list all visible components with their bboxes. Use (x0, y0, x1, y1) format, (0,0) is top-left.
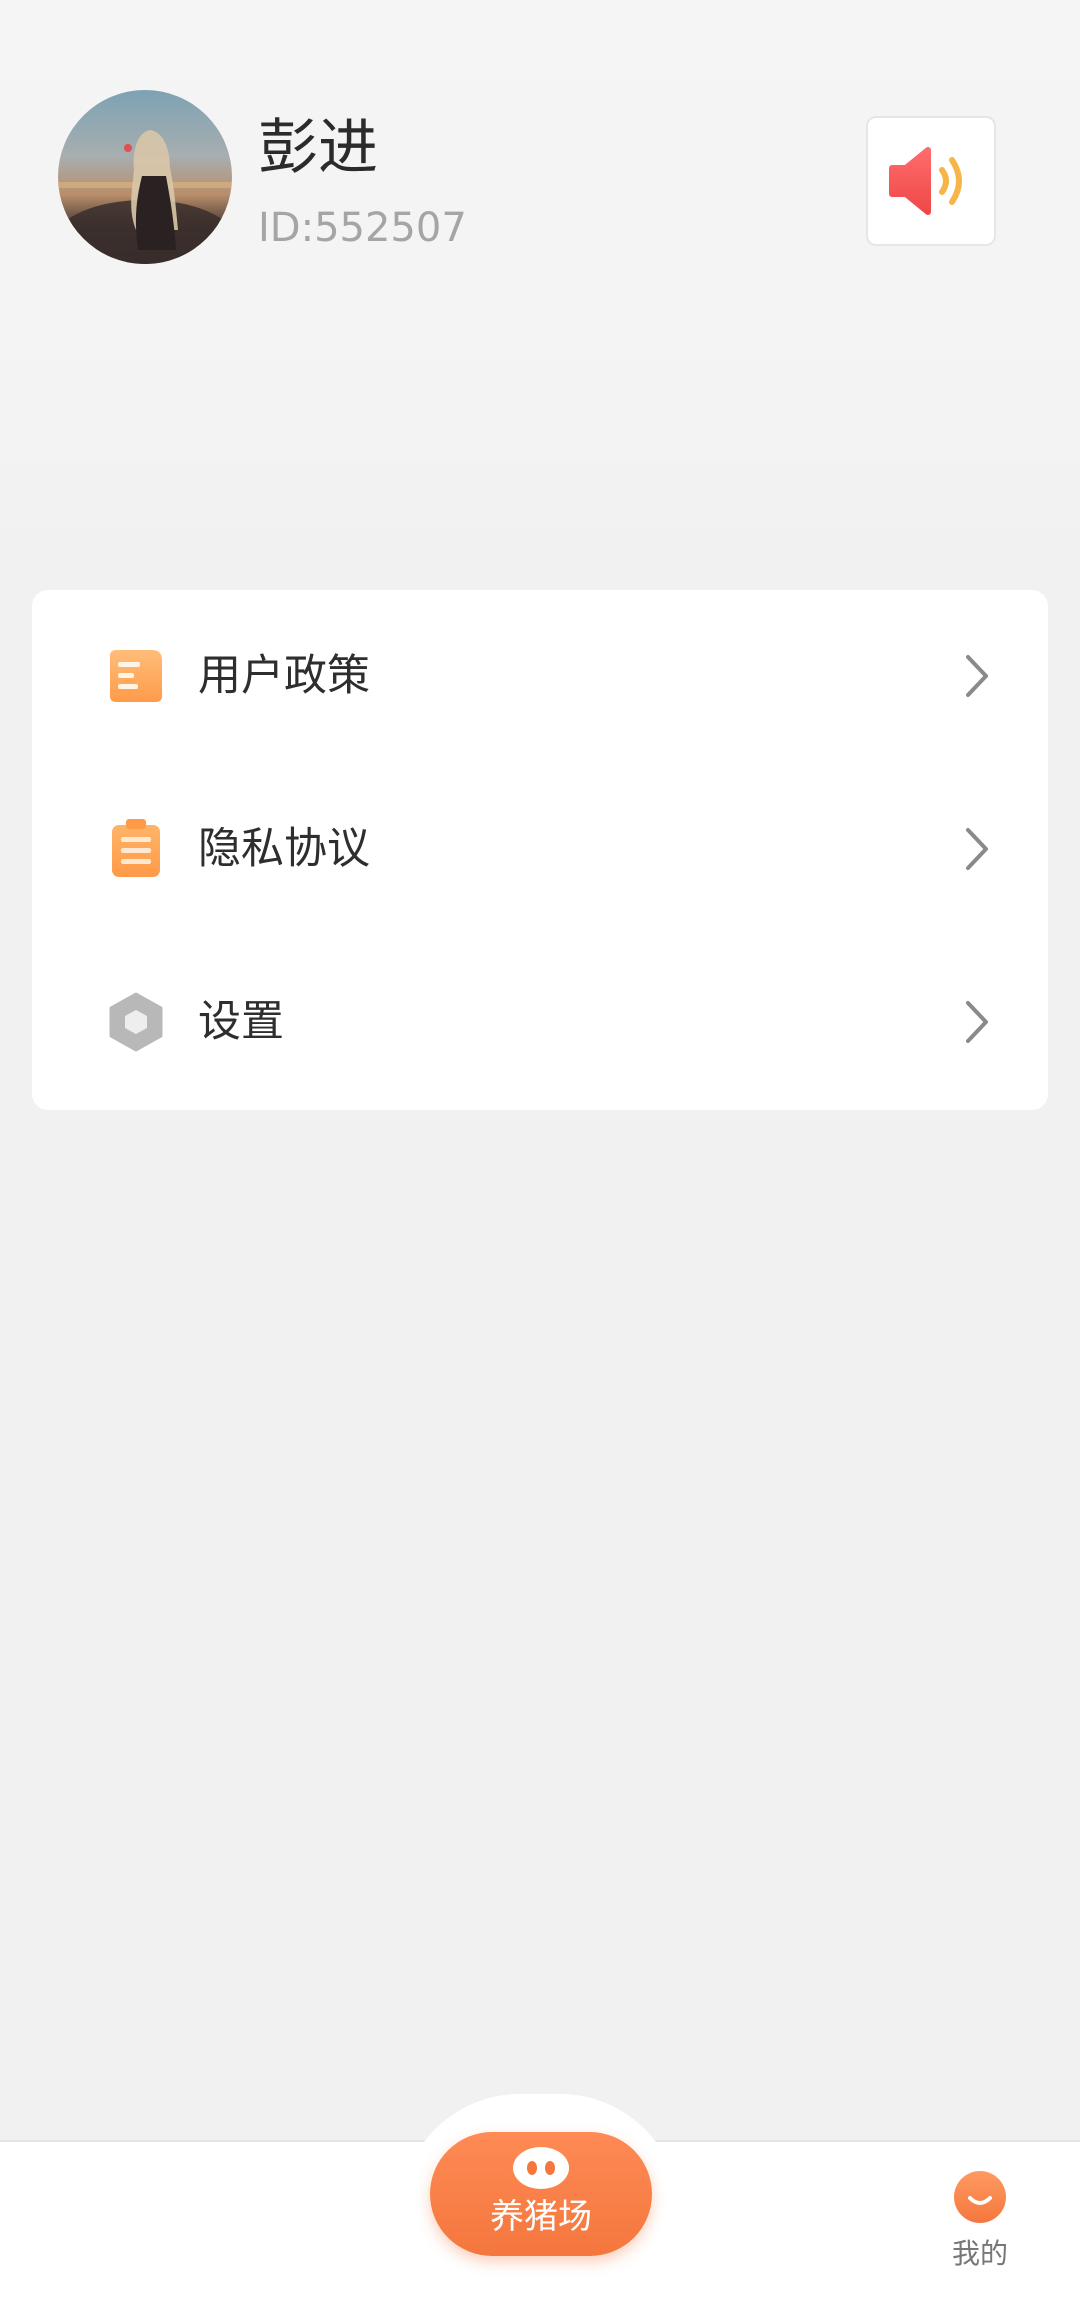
chevron-right-icon (966, 1001, 988, 1043)
speaker-icon (889, 147, 962, 215)
smile-face-icon (954, 2171, 1006, 2223)
pig-snout-icon (513, 2147, 569, 2189)
tab-mine[interactable]: 我的 (920, 2164, 1040, 2284)
chevron-right-icon (966, 655, 988, 697)
document-icon (110, 650, 162, 702)
chevron-right-icon (966, 828, 988, 870)
tab-pig-farm[interactable]: 养猪场 (430, 2132, 652, 2256)
menu-item-label: 用户政策 (198, 651, 370, 701)
menu-item-settings[interactable]: 设置 (32, 936, 1048, 1109)
menu-item-label: 设置 (198, 997, 284, 1047)
profile-id: ID:552507 (258, 205, 467, 251)
tab-pig-farm-label: 养猪场 (490, 2197, 592, 2237)
clipboard-icon (112, 819, 160, 877)
menu-item-user-policy[interactable]: 用户政策 (32, 590, 1048, 763)
menu-card: 用户政策 隐私协议 设置 (32, 590, 1048, 1110)
avatar[interactable] (58, 90, 232, 264)
header-background (0, 0, 1080, 550)
sound-button[interactable] (866, 116, 996, 246)
tab-mine-label: 我的 (951, 2237, 1008, 2270)
profile-name: 彭进 (258, 113, 378, 183)
menu-item-privacy-agreement[interactable]: 隐私协议 (32, 763, 1048, 936)
hexagon-settings-icon (109, 992, 163, 1052)
menu-item-label: 隐私协议 (198, 824, 370, 874)
